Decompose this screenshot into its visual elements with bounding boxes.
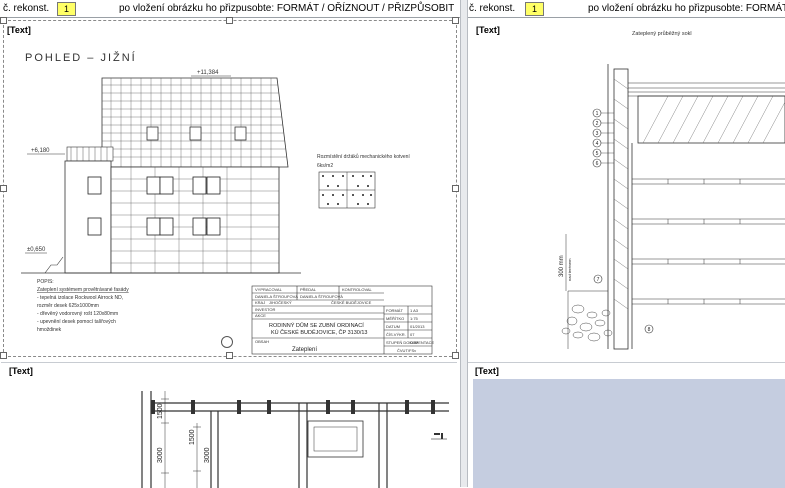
reconstruction-label: č. rekonst. [3, 3, 50, 14]
resize-handle-n[interactable] [226, 17, 233, 24]
image-frame-detail[interactable]: [Text] Zateplený průběžný sokl 1 2 3 4 5… [468, 19, 785, 358]
resize-handle-sw[interactable] [0, 352, 7, 359]
image-frame-empty[interactable]: [Text] [468, 362, 785, 488]
plan-dim-1: 1500 [157, 403, 164, 419]
plan-dim-3: 1500 [189, 429, 196, 445]
detail-drawing: Zateplený průběžný sokl 1 2 3 4 5 6 7 8 … [468, 19, 785, 358]
dimension-300mm: 300 mm [559, 255, 565, 277]
reconstruction-label-right: č. rekonst. [469, 3, 516, 14]
image-selection-frame[interactable] [3, 20, 457, 357]
instruction-text: po vložení obrázku ho přizpusobte: FORMÁ… [119, 3, 455, 14]
resize-handle-ne[interactable] [452, 17, 459, 24]
dimension-note: nad terénem [567, 258, 572, 281]
marker-3: 3 [596, 131, 599, 137]
marker-2: 2 [596, 121, 599, 127]
plan-dim-4: 3000 [204, 447, 211, 463]
header-right: č. rekonst. 1 po vložení obrázku ho přiz… [468, 0, 785, 18]
rotate-handle-icon[interactable] [221, 336, 233, 348]
header-left: č. rekonst. 1 po vložení obrázku ho přiz… [0, 0, 460, 18]
reconstruction-number[interactable]: 1 [57, 2, 76, 16]
marker-1: 1 [596, 111, 599, 117]
sheet-divider [460, 0, 468, 487]
marker-8: 8 [648, 327, 651, 333]
plan-drawing: 1500 3000 1500 3000 [1, 363, 457, 488]
image-frame-plan[interactable]: [Text] 1500 3000 1500 3000 [1, 362, 457, 488]
marker-4: 4 [596, 141, 599, 147]
plan-dim-2: 3000 [157, 447, 164, 463]
resize-handle-nw[interactable] [0, 17, 7, 24]
reconstruction-number-right[interactable]: 1 [525, 2, 544, 16]
resize-handle-e[interactable] [452, 185, 459, 192]
resize-handle-se[interactable] [452, 352, 459, 359]
resize-handle-s[interactable] [226, 352, 233, 359]
instruction-text-right: po vložení obrázku ho přizpusobte: FORMÁ… [588, 3, 785, 14]
resize-handle-w[interactable] [0, 185, 7, 192]
marker-5: 5 [596, 151, 599, 157]
marker-6: 6 [596, 161, 599, 167]
image-placeholder-area[interactable] [473, 379, 785, 488]
detail-title: Zateplený průběžný sokl [632, 30, 692, 37]
marker-7: 7 [597, 277, 600, 283]
text-placeholder-bottom-right[interactable]: [Text] [475, 366, 499, 376]
